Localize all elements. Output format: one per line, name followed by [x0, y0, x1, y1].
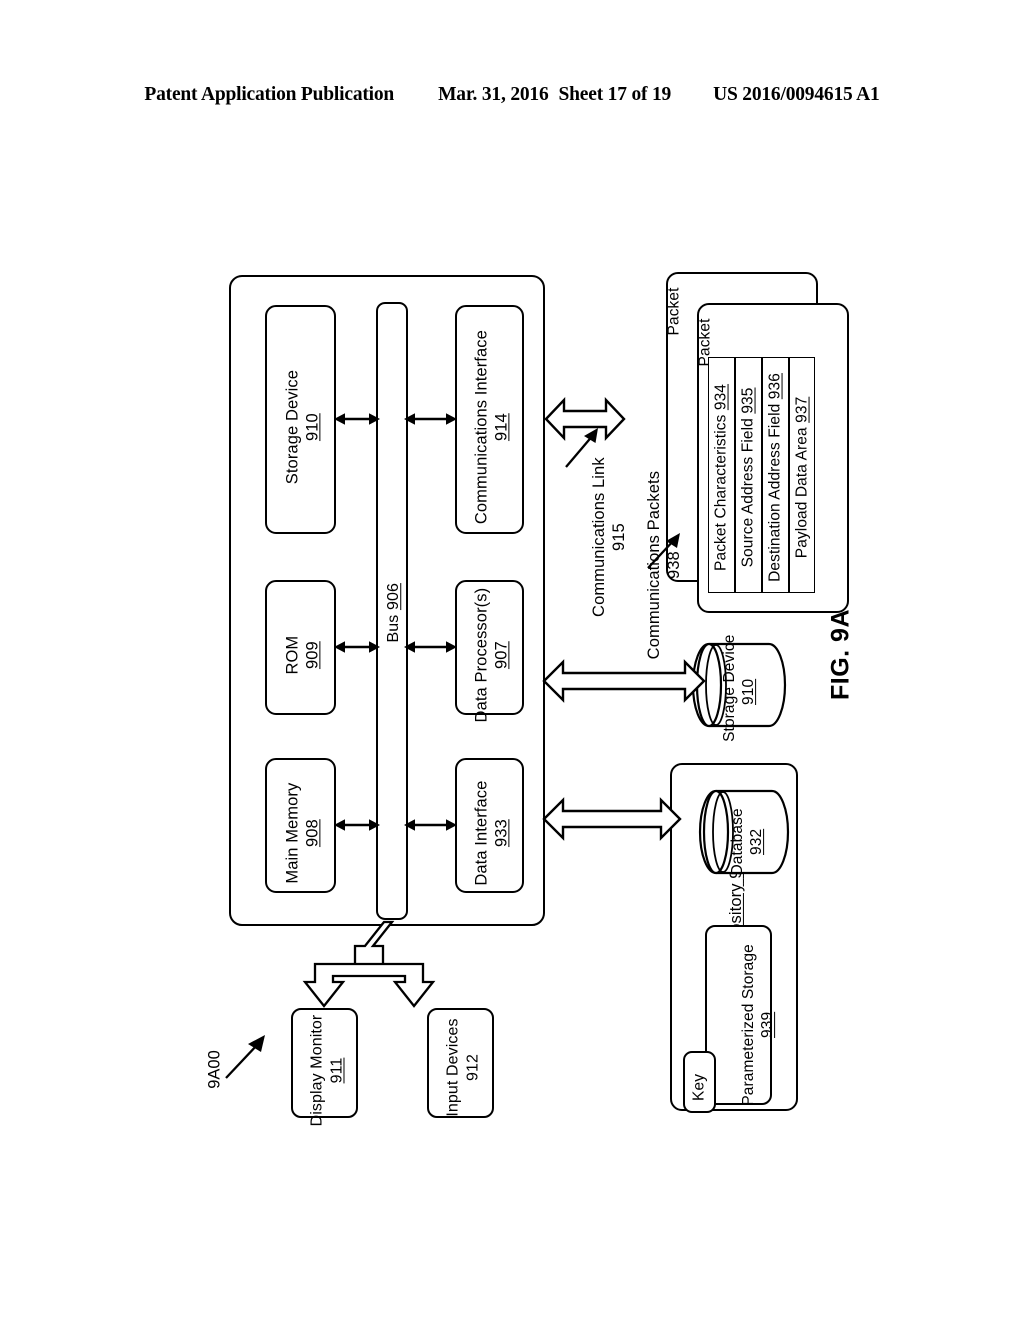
packet-field-payload-data-area-937-label: Payload Data Area 937 — [793, 396, 811, 559]
block-key-tab-label: Key — [690, 1073, 708, 1101]
packet-field-packet-characteristics-934: Packet Characteristics 934 — [708, 357, 735, 593]
publication-title: Patent Application Publication — [144, 84, 395, 105]
block-communications-interface-914: Communications Interface 914 — [455, 305, 524, 534]
packet-field-source-address-935: Source Address Field 935 — [735, 357, 762, 593]
disk-database-932-label: Database 932 — [729, 808, 765, 876]
packet-card-back-label: Packet — [665, 287, 683, 336]
block-parameterized-storage-939-label: Parameterized Storage 939 — [740, 944, 776, 1106]
block-data-processor-907: Data Processor(s) 907 — [455, 580, 524, 722]
sheet-number: Sheet 17 of 19 — [558, 84, 672, 105]
packet-field-destination-address-936: Destination Address Field 936 — [762, 357, 789, 593]
block-bus-906: Bus 906 — [376, 302, 408, 920]
diagram-tag-9a00: 9A00 — [205, 1050, 224, 1089]
block-storage-device-910-label: Storage Device 910 — [283, 370, 322, 485]
publication-date: Mar. 31, 2016 — [438, 84, 549, 105]
block-communications-interface-914-label: Communications Interface 914 — [472, 330, 511, 525]
block-main-memory-908-label: Main Memory 908 — [283, 782, 322, 884]
packet-field-packet-characteristics-934-label: Packet Characteristics 934 — [712, 383, 730, 571]
annotation-communications-packets-938: Communications Packets 938 — [644, 470, 683, 660]
block-display-monitor-911: Display Monitor 911 — [291, 1008, 358, 1126]
block-rom-909-label: ROM 909 — [283, 635, 322, 675]
block-display-monitor-911-label: Display Monitor 911 — [308, 1014, 345, 1127]
disk-storage-device-910-label: Storage Device 910 — [721, 634, 757, 742]
block-input-devices-912: Input Devices 912 — [427, 1008, 494, 1118]
block-bus-906-label: Bus 906 — [385, 583, 403, 643]
leader-diagram-tag — [222, 1031, 274, 1083]
packet-field-source-address-935-label: Source Address Field 935 — [739, 387, 757, 568]
packet-field-destination-address-936-label: Destination Address Field 936 — [766, 373, 784, 582]
patent-number: US 2016/0094615 A1 — [713, 84, 880, 105]
block-rom-909: ROM 909 — [265, 580, 336, 715]
page-header: Patent Application Publication Mar. 31, … — [0, 84, 1024, 114]
annotation-communications-link-915: Communications Link 915 — [589, 457, 628, 617]
hollow-arrow-data-interface-to-repository — [542, 795, 682, 843]
block-data-interface-933-label: Data Interface 933 — [472, 780, 511, 886]
block-data-processor-907-label: Data Processor(s) 907 — [472, 587, 511, 723]
block-input-devices-912-label: Input Devices 912 — [444, 1018, 481, 1117]
block-storage-device-910: Storage Device 910 — [265, 305, 336, 534]
figure-label: FIG. 9A — [826, 609, 855, 701]
block-main-memory-908: Main Memory 908 — [265, 758, 336, 893]
packet-field-payload-data-area-937: Payload Data Area 937 — [789, 357, 815, 593]
block-data-interface-933: Data Interface 933 — [455, 758, 524, 893]
